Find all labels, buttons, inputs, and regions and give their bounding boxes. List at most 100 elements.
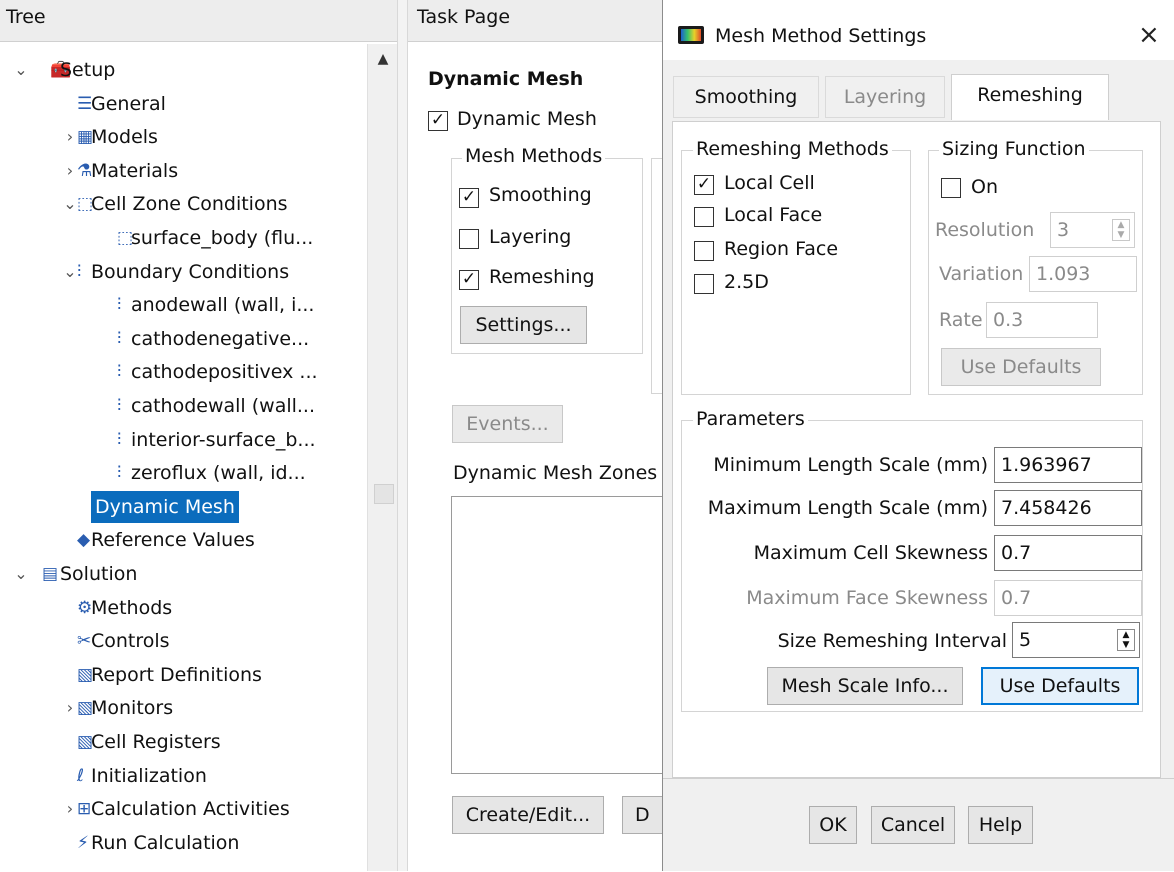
tree-item-dynamic-mesh[interactable]: ⌗ Dynamic Mesh <box>0 490 365 523</box>
tree-item-label: Boundary Conditions <box>91 260 290 283</box>
chevron-down-icon[interactable]: ⌄ <box>12 558 30 590</box>
tree-item-label: anodewall (wall, i... <box>131 294 315 317</box>
rate-field[interactable]: 0.3 <box>986 302 1098 338</box>
tree-item-label: Controls <box>91 630 170 653</box>
local-cell-checkbox[interactable]: ✓ <box>694 175 714 195</box>
tree-item-label: interior-surface_b... <box>131 428 316 451</box>
tree-scrollbar[interactable]: ▲ <box>367 44 398 871</box>
tree-item-setup[interactable]: ⌄ 🧰 Setup <box>0 54 365 86</box>
local-face-checkbox[interactable] <box>694 207 714 227</box>
sizing-on-checkbox[interactable] <box>941 178 961 198</box>
dialog-title-bar: Mesh Method Settings × <box>663 0 1174 60</box>
resolution-field[interactable]: 3 ▲ ▼ <box>1050 212 1135 248</box>
tree-header: Tree <box>0 0 397 42</box>
tree-item-label: Models <box>91 126 158 149</box>
sizing-on-label: On <box>971 176 998 198</box>
help-button[interactable]: Help <box>968 806 1033 844</box>
scroll-thumb[interactable] <box>374 484 394 504</box>
tree-item-label: Solution <box>60 563 138 585</box>
2-5d-checkbox[interactable] <box>694 274 714 294</box>
ok-button[interactable]: OK <box>809 806 857 844</box>
mesh-scale-info-button[interactable]: Mesh Scale Info... <box>767 667 963 705</box>
max-face-skewness-label: Maximum Face Skewness <box>746 587 988 609</box>
interval-spinner[interactable]: ▲ ▼ <box>1117 629 1135 651</box>
smoothing-label: Smoothing <box>489 184 592 206</box>
task-page-header: Task Page <box>408 0 668 42</box>
parameters-label: Parameters <box>693 408 808 430</box>
tree-item-label: surface_body (flu... <box>131 227 314 249</box>
max-length-field[interactable]: 7.458426 <box>994 490 1142 526</box>
tree-item-models[interactable]: › ▦ Models <box>0 121 365 153</box>
events-button[interactable]: Events... <box>452 405 563 443</box>
tree-item-label: cathodepositivex ... <box>131 361 318 384</box>
sizing-use-defaults-button[interactable]: Use Defaults <box>941 348 1101 386</box>
region-face-checkbox[interactable] <box>694 241 714 261</box>
tree-item-solution[interactable]: ⌄ ▤ Solution <box>0 558 365 590</box>
tree-item-anodewall-wall-i[interactable]: ⫶ anodewall (wall, i... <box>0 289 365 321</box>
smoothing-checkbox[interactable]: ✓ <box>459 188 479 208</box>
resolution-spinner[interactable]: ▲ ▼ <box>1112 219 1130 241</box>
tree-item-surface-body-flu[interactable]: ⬚ surface_body (flu... <box>0 222 365 254</box>
remeshing-checkbox[interactable]: ✓ <box>459 270 479 290</box>
tree-item-initialization[interactable]: ℓ Initialization <box>0 760 365 792</box>
min-length-label: Minimum Length Scale (mm) <box>713 454 988 476</box>
tree-item-cathodenegative[interactable]: ⫶ cathodenegative... <box>0 323 365 355</box>
region-face-label: Region Face <box>724 238 839 260</box>
cancel-button[interactable]: Cancel <box>871 806 955 844</box>
tree-item-controls[interactable]: ✂ Controls <box>0 625 365 657</box>
mesh-methods-label: Mesh Methods <box>462 145 606 167</box>
max-face-skewness-field[interactable]: 0.7 <box>994 580 1142 616</box>
settings-button[interactable]: Settings... <box>460 306 587 344</box>
tree-item-zeroflux-wall-id[interactable]: ⫶ zeroflux (wall, id... <box>0 457 365 489</box>
create-edit-button[interactable]: Create/Edit... <box>452 796 604 834</box>
tree-item-label: General <box>91 92 166 115</box>
tree-item-general[interactable]: ☰ General <box>0 88 365 120</box>
dialog-title: Mesh Method Settings <box>715 25 927 47</box>
tree-item-calculation-activities[interactable]: › ⊞ Calculation Activities <box>0 793 365 825</box>
tree-item-reference-values[interactable]: ◆ Reference Values <box>0 524 365 556</box>
max-cell-skewness-field[interactable]: 0.7 <box>994 535 1142 571</box>
close-icon[interactable]: × <box>1138 20 1160 50</box>
rate-label: Rate <box>939 309 983 331</box>
tree-item-label: Cell Zone Conditions <box>91 193 288 216</box>
tree-item-boundary-conditions[interactable]: ⌄ ⫶ Boundary Conditions <box>0 256 365 288</box>
tree-item-materials[interactable]: › ⚗ Materials <box>0 155 365 187</box>
tree-item-run-calculation[interactable]: ⚡ Run Calculation <box>0 827 365 859</box>
tree-item-interior-surface-b[interactable]: ⫶ interior-surface_b... <box>0 424 365 456</box>
task-page: Task Page Dynamic Mesh ✓ Dynamic Mesh Me… <box>408 0 682 871</box>
variation-field[interactable]: 1.093 <box>1029 256 1137 292</box>
panel-splitter[interactable] <box>397 0 408 871</box>
tree-item-report-definitions[interactable]: ▧ Report Definitions <box>0 659 365 691</box>
tree-item-cell-registers[interactable]: ▧ Cell Registers <box>0 726 365 758</box>
tab-smoothing[interactable]: Smoothing <box>673 76 819 118</box>
tree-item-label: Calculation Activities <box>91 798 290 821</box>
tree-item-cathodewall-wall[interactable]: ⫶ cathodewall (wall... <box>0 390 365 422</box>
dynamic-mesh-checkbox[interactable]: ✓ <box>428 111 448 131</box>
remeshing-interval-label: Size Remeshing Interval <box>777 630 1007 652</box>
mesh-method-settings-dialog: Mesh Method Settings × Smoothing Layerin… <box>662 0 1174 871</box>
tree-item-label: cathodenegative... <box>131 327 310 350</box>
task-title: Dynamic Mesh <box>428 68 584 90</box>
tree-item-cell-zone-conditions[interactable]: ⌄ ⬚ Cell Zone Conditions <box>0 188 365 220</box>
use-defaults-button[interactable]: Use Defaults <box>981 667 1139 705</box>
fluent-app-icon <box>678 26 704 44</box>
sizing-function-label: Sizing Function <box>939 138 1089 160</box>
tree-item-label: Run Calculation <box>91 831 240 854</box>
tree-item-monitors[interactable]: › ▧ Monitors <box>0 692 365 724</box>
resolution-label: Resolution <box>935 219 1035 241</box>
remeshing-methods-label: Remeshing Methods <box>693 138 892 160</box>
remeshing-interval-stepper[interactable]: 5 ▲ ▼ <box>1012 622 1140 658</box>
tree-item-cathodepositivex[interactable]: ⫶ cathodepositivex ... <box>0 356 365 388</box>
tab-layering[interactable]: Layering <box>825 76 945 118</box>
chevron-down-icon[interactable]: ⌄ <box>12 54 30 86</box>
tree-item-label: Methods <box>91 596 173 619</box>
tree-item-label: Reference Values <box>91 529 255 552</box>
scroll-up-icon[interactable]: ▲ <box>368 44 398 74</box>
layering-checkbox[interactable] <box>459 229 479 249</box>
tree-item-methods[interactable]: ⚙ Methods <box>0 592 365 624</box>
tab-remeshing[interactable]: Remeshing <box>951 74 1109 120</box>
dynamic-mesh-zones-list[interactable] <box>451 496 676 774</box>
tree-item-label: Cell Registers <box>91 731 221 753</box>
tree-item-label: Dynamic Mesh <box>91 490 239 523</box>
min-length-field[interactable]: 1.963967 <box>994 447 1142 483</box>
